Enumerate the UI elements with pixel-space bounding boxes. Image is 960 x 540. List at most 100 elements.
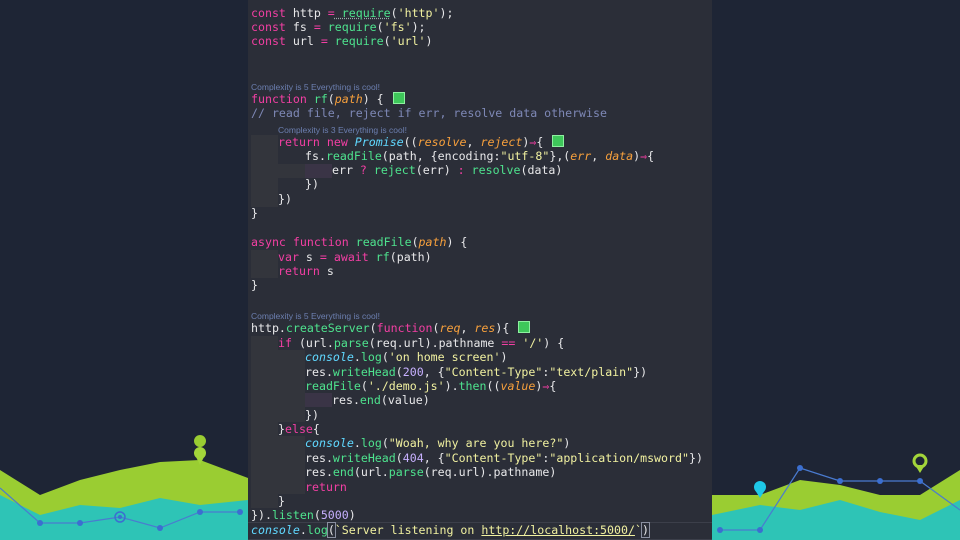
parameter: value [500, 379, 536, 393]
code-line[interactable]: err ? reject(err) : resolve(data) [332, 163, 562, 177]
code-line[interactable]: } [278, 494, 285, 508]
code-text: err [332, 163, 360, 177]
function-call: parse [333, 336, 369, 350]
indent-guide [278, 436, 305, 494]
code-text: (req.url).pathname) [423, 465, 557, 479]
indent-guide [251, 250, 278, 278]
class-name: console [305, 350, 354, 364]
code-line[interactable]: console.log('on home screen') [305, 350, 507, 364]
code-line[interactable]: readFile('./demo.js').then((value)⇒{ [305, 379, 556, 393]
color-swatch-icon [518, 321, 531, 333]
punctuation: . [299, 523, 307, 537]
map-pin-icon [912, 453, 928, 473]
network-node [157, 525, 163, 531]
code-line[interactable]: const http = require('http'); [251, 6, 453, 20]
punctuation: ( [327, 92, 335, 106]
code-line[interactable]: }) [278, 192, 292, 206]
indent-guide [278, 350, 305, 422]
code-line[interactable]: http.createServer(function(req, res){ [251, 321, 531, 335]
code-line[interactable]: }) [305, 408, 319, 422]
punctuation: { [647, 149, 655, 163]
code-line[interactable]: var s = await rf(path) [278, 250, 432, 264]
network-node [37, 520, 43, 526]
number-literal: 200 [402, 365, 424, 379]
code-line[interactable]: async function readFile(path) { [251, 235, 467, 249]
code-line[interactable]: console.log("Woah, why are you here?") [305, 436, 570, 450]
code-line[interactable]: return [305, 480, 347, 494]
network-node [837, 478, 843, 484]
code-line[interactable]: if (url.parse(req.url).pathname == '/') … [278, 336, 564, 350]
operator: == [501, 336, 516, 350]
code-line[interactable]: }else{ [278, 422, 320, 436]
string-literal: "Content-Type" [444, 365, 543, 379]
network-node [237, 509, 243, 515]
string-literal: 'url' [390, 34, 426, 48]
function-call: log [306, 523, 328, 537]
indent-guide [305, 393, 332, 407]
code-text: (url. [353, 465, 389, 479]
punctuation: ( [390, 6, 398, 20]
code-line[interactable]: return new Promise((resolve, reject)⇒{ [278, 135, 565, 149]
punctuation: , [460, 321, 475, 335]
code-text: (data) [520, 163, 563, 177]
code-line[interactable]: return s [278, 264, 334, 278]
code-text: (path, {encoding: [381, 149, 501, 163]
string-literal: 'http' [397, 6, 440, 20]
punctuation: ); [439, 6, 454, 20]
keyword: return [305, 480, 347, 494]
keyword: function [285, 235, 349, 249]
code-text: (err) [415, 163, 458, 177]
operator: = [320, 34, 328, 48]
code-text: (url. [291, 336, 334, 350]
punctuation: . [353, 350, 361, 364]
punctuation: ) { [446, 235, 468, 249]
punctuation: . [353, 436, 361, 450]
punctuation: , [466, 135, 481, 149]
punctuation: { [312, 422, 320, 436]
code-line[interactable]: const fs = require('fs'); [251, 20, 426, 34]
function-name: rf [306, 92, 328, 106]
code-line[interactable]: res.end(url.parse(req.url).pathname) [305, 465, 556, 479]
punctuation: { [549, 379, 557, 393]
url-link[interactable]: http://localhost:5000/ [481, 523, 635, 537]
code-line[interactable]: console.log(`Server listening on http://… [251, 522, 650, 538]
identifier: res. [305, 365, 333, 379]
function-call: require [320, 20, 377, 34]
function-call: readFile [305, 379, 361, 393]
network-node [197, 509, 203, 515]
template-string: `Server listening on [334, 523, 482, 537]
parameter: err [570, 149, 592, 163]
parameter: path [334, 92, 363, 106]
string-literal: 'fs' [383, 20, 412, 34]
code-line[interactable]: res.end(value) [332, 393, 430, 407]
identifier: fs. [305, 149, 326, 163]
keyword: const [251, 20, 286, 34]
punctuation: ) [348, 508, 356, 522]
keyword: function [251, 92, 307, 106]
punctuation: ) [563, 436, 571, 450]
code-editor[interactable]: const http = require('http'); const fs =… [248, 0, 712, 540]
punctuation: ) [500, 350, 508, 364]
indent-guide [305, 164, 332, 178]
code-line[interactable]: }) [305, 177, 319, 191]
code-line[interactable]: } [251, 278, 258, 292]
code-comment[interactable]: // read file, reject if err, resolve dat… [251, 106, 607, 120]
code-line[interactable]: const url = require('url') [251, 34, 433, 48]
class-name: console [305, 436, 354, 450]
code-line[interactable]: }).listen(5000) [251, 508, 356, 522]
code-line[interactable]: fs.readFile(path, {encoding:"utf-8"},(er… [305, 149, 654, 163]
code-line[interactable]: res.writeHead(200, {"Content-Type":"text… [305, 365, 647, 379]
code-line[interactable]: } [251, 206, 258, 220]
parameter: data [605, 149, 634, 163]
identifier: s [319, 264, 334, 278]
punctuation: (( [403, 135, 418, 149]
string-literal: "Woah, why are you here?" [388, 436, 564, 450]
keyword: await [326, 250, 369, 264]
code-line[interactable]: function rf(path) { [251, 92, 405, 106]
punctuation: ( [381, 350, 389, 364]
keyword: if [278, 336, 292, 350]
network-node [118, 515, 122, 519]
indent-guide [278, 164, 305, 178]
code-line[interactable]: res.writeHead(404, {"Content-Type":"appl… [305, 451, 703, 465]
function-call: writeHead [332, 365, 396, 379]
